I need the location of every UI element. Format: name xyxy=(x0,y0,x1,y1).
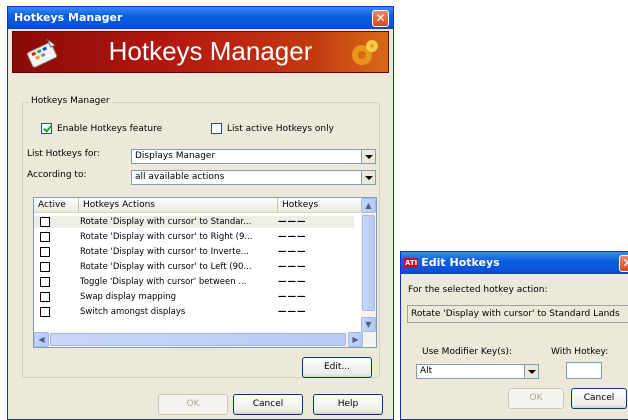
hscroll-thumb[interactable] xyxy=(50,333,346,346)
hotkeys-list[interactable]: Active Hotkeys Actions Hotkeys Rotate 'D… xyxy=(33,197,377,348)
help-button[interactable]: Help xyxy=(313,394,383,415)
edit-window-title: Edit Hotkeys xyxy=(421,256,500,269)
ati-logo-icon: ATI xyxy=(404,258,419,268)
hotkey-input[interactable] xyxy=(566,362,602,379)
edit-cancel-button[interactable]: Cancel xyxy=(571,388,627,409)
table-row[interactable]: Switch amongst displays ——— xyxy=(34,306,354,318)
chevron-down-icon[interactable] xyxy=(524,365,538,378)
edit-window-titlebar[interactable]: ATI Edit Hotkeys xyxy=(401,252,628,274)
selected-action-field: Rotate 'Display with cursor' to Standard… xyxy=(407,305,628,323)
scroll-right-icon[interactable]: ▶ xyxy=(348,332,363,347)
active-checkbox[interactable] xyxy=(40,307,50,317)
enable-hotkeys-label[interactable]: Enable Hotkeys feature xyxy=(57,124,162,134)
window-title[interactable]: Hotkeys Manager xyxy=(8,7,393,29)
active-checkbox[interactable] xyxy=(40,232,50,242)
according-to-select[interactable]: all available actions xyxy=(131,170,376,185)
row-hotkey: ——— xyxy=(278,247,307,257)
row-action: Rotate 'Display with cursor' to Left (90… xyxy=(80,262,252,272)
modifier-select[interactable]: Alt xyxy=(416,364,539,379)
vertical-scrollbar[interactable]: ▲ ▼ xyxy=(361,198,376,332)
table-row[interactable]: Rotate 'Display with cursor' to Right (9… xyxy=(34,231,354,243)
modifier-label: Use Modifier Key(s): xyxy=(422,347,512,357)
list-hotkeys-for-value: Displays Manager xyxy=(135,151,216,161)
column-hotkeys[interactable]: Hotkeys xyxy=(278,198,363,213)
cancel-button[interactable]: Cancel xyxy=(233,394,303,415)
row-action: Rotate 'Display with cursor' to Standar.… xyxy=(80,217,252,227)
hotkeys-logo-icon xyxy=(26,38,58,68)
banner-title: Hotkeys Manager xyxy=(108,36,313,66)
row-hotkey: ——— xyxy=(278,217,307,227)
table-row[interactable]: Swap display mapping ——— xyxy=(34,291,354,303)
row-action: Rotate 'Display with cursor' to Right (9… xyxy=(80,232,253,242)
row-hotkey: ——— xyxy=(278,277,307,287)
active-checkbox[interactable] xyxy=(40,247,50,257)
selected-action-prompt: For the selected hotkey action: xyxy=(408,285,548,295)
gear-icon xyxy=(352,40,378,65)
row-hotkey: ——— xyxy=(278,292,307,302)
active-checkbox[interactable] xyxy=(40,217,50,227)
table-row[interactable]: Rotate 'Display with cursor' to Standar.… xyxy=(34,216,354,228)
column-active[interactable]: Active xyxy=(34,198,79,213)
according-to-value: all available actions xyxy=(135,172,225,182)
row-hotkey: ——— xyxy=(278,232,307,242)
table-row[interactable]: Toggle 'Display with cursor' between ...… xyxy=(34,276,354,288)
row-action: Swap display mapping xyxy=(80,292,176,302)
chevron-down-icon[interactable] xyxy=(361,171,375,184)
table-row[interactable]: Rotate 'Display with cursor' to Inverte.… xyxy=(34,246,354,258)
hotkey-label: With Hotkey: xyxy=(551,347,609,357)
row-action: Rotate 'Display with cursor' to Inverte.… xyxy=(80,247,249,257)
row-action: Switch amongst displays xyxy=(80,307,186,317)
edit-ok-button[interactable]: OK xyxy=(508,388,564,409)
group-label: Hotkeys Manager xyxy=(29,96,112,106)
active-checkbox[interactable] xyxy=(40,262,50,272)
column-actions[interactable]: Hotkeys Actions xyxy=(79,198,278,213)
list-active-only-label[interactable]: List active Hotkeys only xyxy=(227,124,334,134)
chevron-down-icon[interactable] xyxy=(361,150,375,163)
row-hotkey: ——— xyxy=(278,307,307,317)
scroll-left-icon[interactable]: ◀ xyxy=(34,332,49,347)
row-action: Toggle 'Display with cursor' between ... xyxy=(80,277,247,287)
hotkeys-manager-window: Hotkeys Manager ✕ Hotkeys Manager Hotkey… xyxy=(7,6,394,420)
banner: Hotkeys Manager xyxy=(12,31,389,73)
list-active-only-checkbox[interactable] xyxy=(211,123,222,134)
enable-hotkeys-checkbox[interactable] xyxy=(41,123,52,134)
table-row[interactable]: Rotate 'Display with cursor' to Left (90… xyxy=(34,261,354,273)
according-to-label: According to: xyxy=(27,170,87,180)
modifier-value: Alt xyxy=(420,366,433,376)
ok-button[interactable]: OK xyxy=(158,394,228,415)
active-checkbox[interactable] xyxy=(40,292,50,302)
close-icon[interactable]: ✕ xyxy=(372,10,389,27)
list-hotkeys-for-select[interactable]: Displays Manager xyxy=(131,149,376,164)
scroll-thumb[interactable] xyxy=(362,215,375,311)
edit-hotkeys-window: ATI Edit Hotkeys ✕ For the selected hotke… xyxy=(400,251,628,420)
list-hotkeys-for-label: List Hotkeys for: xyxy=(27,149,100,159)
horizontal-scrollbar[interactable]: ◀ ▶ xyxy=(34,332,376,347)
scroll-down-icon[interactable]: ▼ xyxy=(361,317,376,332)
edit-button[interactable]: Edit... xyxy=(302,357,372,378)
scroll-up-icon[interactable]: ▲ xyxy=(361,198,376,213)
active-checkbox[interactable] xyxy=(40,277,50,287)
row-hotkey: ——— xyxy=(278,262,307,272)
close-icon[interactable]: ✕ xyxy=(619,255,628,272)
